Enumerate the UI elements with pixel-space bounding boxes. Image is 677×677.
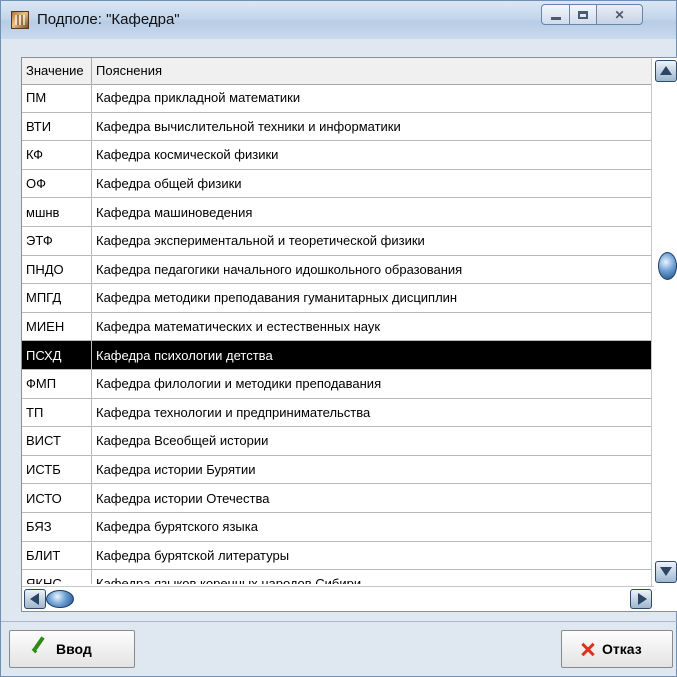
- table-row[interactable]: КФ Кафедра космической физики: [22, 141, 654, 170]
- maximize-button[interactable]: [569, 4, 597, 25]
- table-row[interactable]: БЛИТ Кафедра бурятской литературы: [22, 541, 654, 571]
- cell-description: Кафедра педагогики начального идошкольно…: [96, 261, 463, 277]
- cell-description: Кафедра вычислительной техники и информа…: [96, 118, 401, 134]
- column-header-value[interactable]: Значение: [22, 58, 92, 84]
- table-row[interactable]: ПМ Кафедра прикладной математики: [22, 84, 654, 113]
- table-row[interactable]: ЭТФ Кафедра экспериментальной и теоретиче…: [22, 226, 654, 256]
- scroll-up-button[interactable]: [655, 60, 677, 82]
- cell-value: ИСТО: [22, 484, 92, 512]
- maximize-icon: [578, 10, 588, 19]
- table-row[interactable]: ИСТО Кафедра истории Отечества: [22, 484, 654, 513]
- cell-value: МИЕН: [22, 312, 92, 341]
- cell-value: ФМП: [22, 369, 92, 398]
- cell-value: ПСХД: [22, 341, 92, 369]
- table-row[interactable]: ОФ Кафедра общей физики: [22, 169, 654, 199]
- table-row[interactable]: ПНДО Кафедра педагогики начального идошко…: [22, 255, 654, 285]
- cell-description: Кафедра математических и естественных на…: [96, 319, 381, 335]
- ok-button[interactable]: Ввод: [9, 630, 135, 668]
- scroll-right-button[interactable]: [630, 589, 652, 609]
- cell-value: ТП: [22, 398, 92, 427]
- table-row[interactable]: ВИСТ Кафедра Всеобщей истории: [22, 427, 654, 456]
- horizontal-scrollbar[interactable]: [22, 586, 654, 611]
- cell-description: Кафедра машиноведения: [96, 204, 253, 220]
- cell-value: МПГД: [22, 284, 92, 312]
- footer-divider: [1, 621, 677, 622]
- cell-description: Кафедра филологии и методики преподавани…: [96, 376, 382, 392]
- title-bar[interactable]: Подполе: "Кафедра" ✕: [1, 1, 676, 39]
- cell-value: ЭТФ: [22, 226, 92, 255]
- table-row[interactable]: мшнв Кафедра машиноведения: [22, 198, 654, 227]
- minimize-button[interactable]: [541, 4, 570, 25]
- cell-description: Кафедра истории Отечества: [96, 490, 270, 506]
- vertical-scrollbar[interactable]: [651, 58, 677, 586]
- horizontal-scroll-thumb[interactable]: [46, 590, 74, 608]
- scroll-left-button[interactable]: [24, 589, 46, 609]
- cell-description: Кафедра языков коренных народов Сибири: [96, 576, 362, 584]
- cell-value: ПМ: [22, 84, 92, 112]
- cell-value: ЯКНС: [22, 570, 92, 584]
- cross-icon: [580, 641, 596, 657]
- cell-description: Кафедра общей физики: [96, 176, 242, 192]
- table-row[interactable]: ЯКНС Кафедра языков коренных народов Сиби…: [22, 570, 654, 584]
- table-row[interactable]: ФМП Кафедра филологии и методики преподав…: [22, 369, 654, 399]
- cell-value: мшнв: [22, 198, 92, 226]
- cell-description: Кафедра методики преподавания гуманитарн…: [96, 290, 458, 306]
- values-grid: Значение Пояснения ПМ Кафедра прикладной …: [21, 57, 677, 612]
- cell-value: ОФ: [22, 169, 92, 198]
- cancel-button[interactable]: Отказ: [561, 630, 673, 668]
- cell-value: КФ: [22, 141, 92, 169]
- table-row[interactable]: ИСТБ Кафедра истории Бурятии: [22, 455, 654, 485]
- cell-value: БЛИТ: [22, 541, 92, 570]
- cell-value: ИСТБ: [22, 455, 92, 484]
- table-row[interactable]: МПГД Кафедра методики преподавания гумани…: [22, 284, 654, 313]
- close-icon: ✕: [614, 7, 625, 22]
- cell-description: Кафедра экспериментальной и теоретическо…: [96, 233, 425, 249]
- cell-description: Кафедра прикладной математики: [96, 90, 301, 106]
- cell-description: Кафедра бурятской литературы: [96, 547, 290, 563]
- cell-description: Кафедра бурятского языка: [96, 519, 258, 535]
- window-title: Подполе: "Кафедра": [37, 11, 180, 28]
- cell-value: ВИСТ: [22, 427, 92, 455]
- table-row[interactable]: ТП Кафедра технологии и предпринимательст…: [22, 398, 654, 428]
- cell-description: Кафедра Всеобщей истории: [96, 433, 269, 449]
- cancel-button-label: Отказ: [602, 641, 642, 657]
- checkmark-icon: [30, 640, 48, 658]
- grid-header: Значение Пояснения: [22, 58, 654, 85]
- close-button[interactable]: ✕: [596, 4, 643, 25]
- dialog-window: Подполе: "Кафедра" ✕ Значение Пояснения …: [0, 0, 677, 677]
- cell-value: ВТИ: [22, 112, 92, 141]
- table-row[interactable]: МИЕН Кафедра математических и естественны…: [22, 312, 654, 342]
- table-row[interactable]: БЯЗ Кафедра бурятского языка: [22, 512, 654, 542]
- minimize-icon: [550, 17, 561, 20]
- table-row[interactable]: ПСХД Кафедра психологии детства: [22, 341, 654, 370]
- cell-description: Кафедра психологии детства: [96, 347, 273, 363]
- cell-value: ПНДО: [22, 255, 92, 284]
- app-icon: [11, 11, 29, 29]
- table-row[interactable]: ВТИ Кафедра вычислительной техники и инфо…: [22, 112, 654, 142]
- cell-description: Кафедра космической физики: [96, 147, 279, 163]
- grid-rows: ПМ Кафедра прикладной математики ВТИ Кафедр…: [22, 84, 654, 584]
- scroll-down-button[interactable]: [655, 561, 677, 583]
- column-header-description[interactable]: Пояснения: [92, 58, 652, 84]
- cell-description: Кафедра технологии и предпринимательства: [96, 404, 371, 420]
- cell-description: Кафедра истории Бурятии: [96, 462, 256, 478]
- cell-value: БЯЗ: [22, 512, 92, 541]
- ok-button-label: Ввод: [56, 641, 92, 657]
- vertical-scroll-thumb[interactable]: [658, 252, 677, 280]
